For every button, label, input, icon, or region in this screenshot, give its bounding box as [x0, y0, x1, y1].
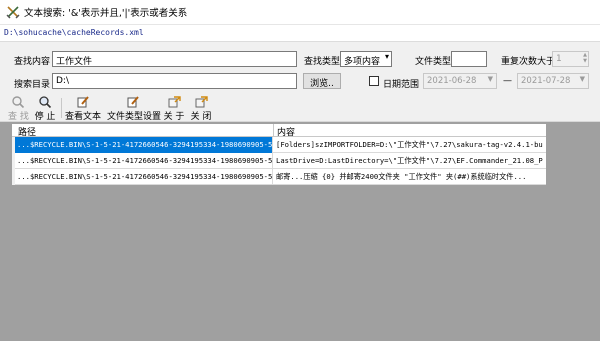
title-bar: 文本搜索: '&'表示并且,'|'表示或者关系 [0, 0, 600, 24]
spinner-arrows-icon[interactable]: ▲ ▼ [583, 52, 587, 64]
about-label: 关 于 [163, 112, 185, 122]
date-to-picker[interactable]: 2021-07-28 ▼ [517, 73, 589, 89]
search-form: 查找内容 工作文件 查找类型 多项内容 ▾ 文件类型 重复次数大于 1 ▲ ▼ 搜… [0, 42, 600, 94]
search-dir-input[interactable]: D:\ [52, 73, 297, 89]
about-button[interactable]: 关 于 [163, 96, 185, 122]
column-divider[interactable] [273, 124, 274, 137]
date-separator: — [503, 76, 512, 86]
search-type-value: 多项内容 [344, 57, 381, 67]
find-button[interactable]: 查 找 [8, 96, 29, 122]
search-type-select[interactable]: 多项内容 ▾ [340, 51, 392, 67]
toolbar-separator [61, 98, 62, 118]
chevron-down-icon: ▼ [487, 75, 493, 83]
exit-arrow-icon [195, 96, 208, 108]
search-content-input[interactable]: 工作文件 [52, 51, 297, 67]
current-path: D:\sohucache\cacheRecords.xml [4, 28, 144, 37]
close-label: 关 闭 [190, 112, 212, 122]
cell-content[interactable]: LastDrive=D:LastDirectory=\"工作文件"\7.27\E… [273, 153, 546, 169]
grid-header: 路径 内容 [12, 124, 546, 138]
search-content-label: 查找内容 [14, 57, 51, 67]
search-dir-label: 搜索目录 [14, 80, 51, 90]
table-row[interactable]: ...$RECYCLE.BIN\S-1-5-21-4172660546-3294… [12, 153, 546, 169]
date-to-value: 2021-07-28 [521, 76, 571, 86]
path-bar: D:\sohucache\cacheRecords.xml [0, 24, 600, 42]
file-type-input[interactable] [451, 51, 487, 67]
magnifier-stop-icon [39, 96, 52, 108]
date-from-picker[interactable]: 2021-06-28 ▼ [423, 73, 497, 89]
window-title: 文本搜索: '&'表示并且,'|'表示或者关系 [24, 8, 188, 19]
date-from-value: 2021-06-28 [427, 76, 477, 86]
file-type-settings-label: 文件类型设置 [107, 112, 162, 122]
cell-path[interactable]: ...$RECYCLE.BIN\S-1-5-21-4172660546-3294… [15, 137, 273, 153]
info-arrow-icon [168, 96, 181, 108]
repeat-count-value: 1 [556, 54, 562, 64]
cell-content[interactable]: [Folders]szIMPORTFOLDER=D:\"工作文件"\7.27\s… [273, 137, 546, 153]
table-row[interactable]: ...$RECYCLE.BIN\S-1-5-21-4172660546-3294… [12, 169, 546, 185]
view-text-button[interactable]: 查看文本 [65, 96, 102, 122]
chevron-down-icon: ▾ [384, 52, 389, 61]
results-area: 路径 内容 ...$RECYCLE.BIN\S-1-5-21-417266054… [0, 122, 600, 341]
browse-button[interactable]: 浏览.. [303, 73, 341, 89]
repeat-count-label: 重复次数大于 [501, 57, 556, 67]
toolbar: 查 找 停 止 查看文本 文件类型设置 关 于 关 闭 [0, 94, 600, 122]
edit-document-icon [127, 96, 139, 108]
stop-label: 停 止 [34, 112, 56, 122]
edit-document-icon [77, 96, 89, 108]
crossed-swords-icon [6, 6, 20, 19]
file-type-label: 文件类型 [415, 57, 452, 67]
find-label: 查 找 [8, 112, 29, 122]
close-button[interactable]: 关 闭 [190, 96, 212, 122]
cell-content[interactable]: 邮寄...压缩 {0} 并邮寄2400文件夹 "工作文件" 夹(##)系统临时文… [273, 169, 546, 185]
date-range-label: 日期范围 [383, 80, 420, 90]
cell-path[interactable]: ...$RECYCLE.BIN\S-1-5-21-4172660546-3294… [15, 153, 273, 169]
view-text-label: 查看文本 [65, 112, 102, 122]
table-row[interactable]: ...$RECYCLE.BIN\S-1-5-21-4172660546-3294… [12, 137, 546, 153]
stop-button[interactable]: 停 止 [34, 96, 56, 122]
file-type-settings-button[interactable]: 文件类型设置 [107, 96, 162, 122]
search-type-label: 查找类型 [304, 57, 341, 67]
cell-path[interactable]: ...$RECYCLE.BIN\S-1-5-21-4172660546-3294… [15, 169, 273, 185]
results-grid[interactable]: 路径 内容 ...$RECYCLE.BIN\S-1-5-21-417266054… [12, 124, 546, 185]
chevron-down-icon: ▼ [579, 75, 585, 83]
search-icon [12, 96, 25, 108]
repeat-count-spinner[interactable]: 1 ▲ ▼ [552, 51, 589, 67]
date-range-checkbox[interactable] [369, 76, 379, 86]
